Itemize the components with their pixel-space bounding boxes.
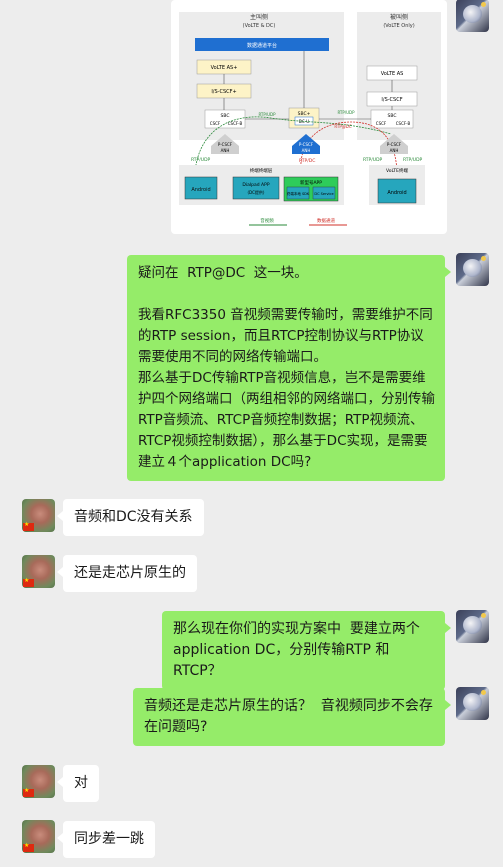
bar-label: 数据通道平台 [247, 42, 277, 49]
icscf-right: I/S-CSCF [381, 97, 402, 103]
legend-green: 音视频 [260, 217, 274, 224]
message-text: 音频还是走芯片原生的话？ 音视频同步不会存在问题吗? [144, 698, 433, 735]
icscf-left: I/S-CSCF+ [211, 89, 236, 95]
new-app: 新型号APP [300, 179, 322, 186]
sbc-left: SBC [220, 113, 229, 119]
sbc-mid: SBC+ [298, 111, 311, 117]
flag-icon [23, 842, 34, 852]
pcscf-mid: P-CSCF [299, 142, 314, 147]
message-text: 还是走芯片原生的 [74, 565, 186, 581]
right-subtitle: (VoLTE Only) [383, 23, 414, 29]
pcscf-mid-sub: ANH [302, 148, 311, 153]
rtp-udp-label-3: RTP/UDP [191, 157, 211, 163]
pcscf-left: P-CSCF [218, 142, 233, 147]
message-text: 疑问在 RTP@DC 这一块。 我看RFC3350 音视频需要传输时，需要维护不… [138, 265, 435, 470]
volte-as-left: VoLTE AS+ [211, 65, 238, 71]
avatar-me[interactable] [456, 610, 489, 643]
rtp-udp-label-1: RTP/UDP [258, 112, 276, 117]
left-subtitle: (VoLTE & DC) [243, 23, 276, 29]
avatar-peer[interactable] [22, 765, 55, 798]
rtp-udp-label-4: RTP/UDP [363, 157, 383, 163]
message-bubble[interactable]: 音频和DC没有关系 [57, 499, 204, 536]
pcscf-right-sub: ANH [390, 148, 399, 153]
flag-icon [23, 787, 34, 797]
dialpad-app-box [232, 176, 280, 200]
avatar-peer[interactable] [22, 820, 55, 853]
architecture-diagram: 主叫侧 (VoLTE & DC) 被叫侧 (VoLTE Only) 数据通道平台… [179, 12, 441, 226]
pcscf-right: P-CSCF [387, 142, 402, 147]
pcscf-left-sub: ANH [221, 148, 230, 153]
android-right: Android [387, 190, 406, 196]
message-bubble[interactable]: 对 [57, 765, 99, 802]
sbc-right-sub2: CSCF-B [396, 121, 411, 126]
android-left: Android [191, 187, 210, 193]
sbc-right-sub1: CSCF [376, 121, 387, 126]
message-text: 音频和DC没有关系 [74, 509, 193, 525]
legend-red: 数据通道 [317, 217, 335, 224]
message-text: 同步差一跳 [74, 831, 144, 847]
avatar-peer[interactable] [22, 555, 55, 588]
rtp-udp-label-2: RTP/UDP [337, 110, 355, 115]
diagram-image[interactable]: 主叫侧 (VoLTE & DC) 被叫侧 (VoLTE Only) 数据通道平台… [171, 0, 447, 234]
dialpad-app: Dialpad APP [242, 182, 269, 188]
avatar-peer[interactable] [22, 499, 55, 532]
message-text: 对 [74, 775, 88, 791]
flag-icon [23, 521, 34, 531]
message-bubble[interactable]: 那么现在你们的实现方案中 要建立两个application DC，分别传输RTP… [162, 611, 451, 690]
avatar-me[interactable] [456, 687, 489, 720]
volte-right-label: VoLTE终端 [386, 167, 408, 174]
avatar-me[interactable] [456, 0, 489, 32]
sbc-right: SBC [387, 113, 396, 119]
message-bubble[interactable]: 还是走芯片原生的 [57, 555, 197, 592]
message-text: 那么现在你们的实现方案中 要建立两个application DC，分别传输RTP… [173, 621, 420, 679]
flag-icon [23, 577, 34, 587]
avatar-me[interactable] [456, 253, 489, 286]
terminal-label: 终端终端层 [250, 167, 273, 174]
new-app-sub1: 终端本地 SDK [287, 191, 310, 196]
message-bubble[interactable]: 同步差一跳 [57, 821, 155, 858]
rtp-dc-label: RTP/DC [299, 158, 315, 164]
message-bubble[interactable]: 音频还是走芯片原生的话？ 音视频同步不会存在问题吗? [133, 688, 451, 746]
right-title: 被叫侧 [390, 13, 408, 21]
volte-as-right: VoLTE AS [381, 71, 404, 77]
new-app-sub2: DC Service [314, 192, 333, 196]
left-title: 主叫侧 [250, 13, 268, 21]
dialpad-sub: (DC提供) [248, 189, 265, 195]
message-bubble[interactable]: 疑问在 RTP@DC 这一块。 我看RFC3350 音视频需要传输时，需要维护不… [127, 255, 451, 481]
sbc-left-sub1: CSCF [210, 121, 221, 126]
rtp-udp-label-5: RTP/UDP [403, 157, 423, 163]
